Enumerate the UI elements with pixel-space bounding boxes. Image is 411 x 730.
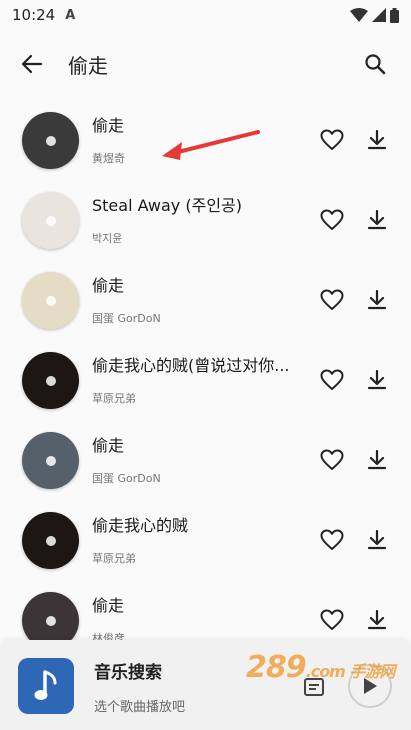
song-artist: 草原兄弟	[92, 552, 136, 565]
download-icon	[367, 609, 387, 630]
song-title: 偷走	[92, 596, 125, 615]
heart-icon	[320, 449, 344, 470]
battery-icon	[390, 7, 399, 23]
heart-icon	[320, 529, 344, 550]
page-title: 偷走	[68, 53, 108, 78]
download-button[interactable]	[363, 366, 391, 394]
app-header: 偷走	[0, 40, 411, 88]
like-button[interactable]	[318, 526, 346, 554]
like-button[interactable]	[318, 206, 346, 234]
song-row[interactable]: 偷走我心的贼草原兄弟	[0, 500, 411, 580]
download-button[interactable]	[363, 606, 391, 634]
watermark-logo: 289.com 手游网	[246, 650, 396, 685]
like-button[interactable]	[318, 126, 346, 154]
download-icon	[367, 449, 387, 470]
player-subtitle: 选个歌曲播放吧	[94, 700, 186, 715]
heart-icon	[320, 609, 344, 630]
song-row[interactable]: Steal Away (주인공) 박지윤	[0, 180, 411, 260]
song-title: Steal Away (주인공)	[92, 196, 242, 215]
download-button[interactable]	[363, 126, 391, 154]
download-icon	[367, 209, 387, 230]
status-time: 10:24	[12, 6, 56, 24]
status-indicator: A	[65, 7, 76, 23]
song-artist: 国蛋 GorDoN	[92, 312, 161, 325]
music-note-icon	[34, 670, 57, 700]
like-button[interactable]	[318, 366, 346, 394]
player-title: 音乐搜索	[94, 663, 162, 683]
song-artist: 박지윤	[92, 232, 123, 245]
player-album-art	[18, 658, 74, 714]
download-button[interactable]	[363, 286, 391, 314]
song-title: 偷走	[92, 436, 125, 455]
download-icon	[367, 529, 387, 550]
heart-icon	[320, 369, 344, 390]
download-button[interactable]	[363, 446, 391, 474]
song-row[interactable]: 偷走国蛋 GorDoN	[0, 420, 411, 500]
watermark-sub: .com 手游网	[305, 662, 396, 681]
song-row[interactable]: 偷走国蛋 GorDoN	[0, 260, 411, 340]
signal-icon	[372, 8, 386, 22]
like-button[interactable]	[318, 286, 346, 314]
back-button[interactable]	[8, 40, 56, 88]
album-cover	[22, 512, 79, 569]
download-button[interactable]	[363, 206, 391, 234]
album-cover	[22, 432, 79, 489]
album-cover	[22, 272, 79, 329]
song-title: 偷走我心的贼	[92, 516, 189, 535]
song-row[interactable]: 偷走我心的贼(曾说过对你... 草原兄弟	[0, 340, 411, 420]
like-button[interactable]	[318, 446, 346, 474]
download-button[interactable]	[363, 526, 391, 554]
album-cover	[22, 112, 79, 169]
song-title: 偷走我心的贼(曾说过对你...	[92, 356, 290, 375]
album-cover	[22, 192, 79, 249]
song-artist: 国蛋 GorDoN	[92, 472, 161, 485]
wifi-icon	[350, 8, 368, 22]
heart-icon	[320, 209, 344, 230]
search-icon	[365, 54, 386, 75]
heart-icon	[320, 129, 344, 150]
arrow-left-icon	[21, 54, 43, 74]
heart-icon	[320, 289, 344, 310]
song-title: 偷走	[92, 276, 125, 295]
annotation-arrow	[162, 130, 260, 160]
status-bar: 10:24 A	[0, 0, 411, 30]
status-icons	[350, 7, 399, 23]
like-button[interactable]	[318, 606, 346, 634]
download-icon	[367, 369, 387, 390]
song-artist: 草原兄弟	[92, 392, 136, 405]
song-artist: 黄煜奇	[92, 152, 125, 165]
download-icon	[367, 129, 387, 150]
search-button[interactable]	[355, 44, 395, 84]
download-icon	[367, 289, 387, 310]
album-cover	[22, 352, 79, 409]
watermark-main: 289	[246, 650, 307, 685]
